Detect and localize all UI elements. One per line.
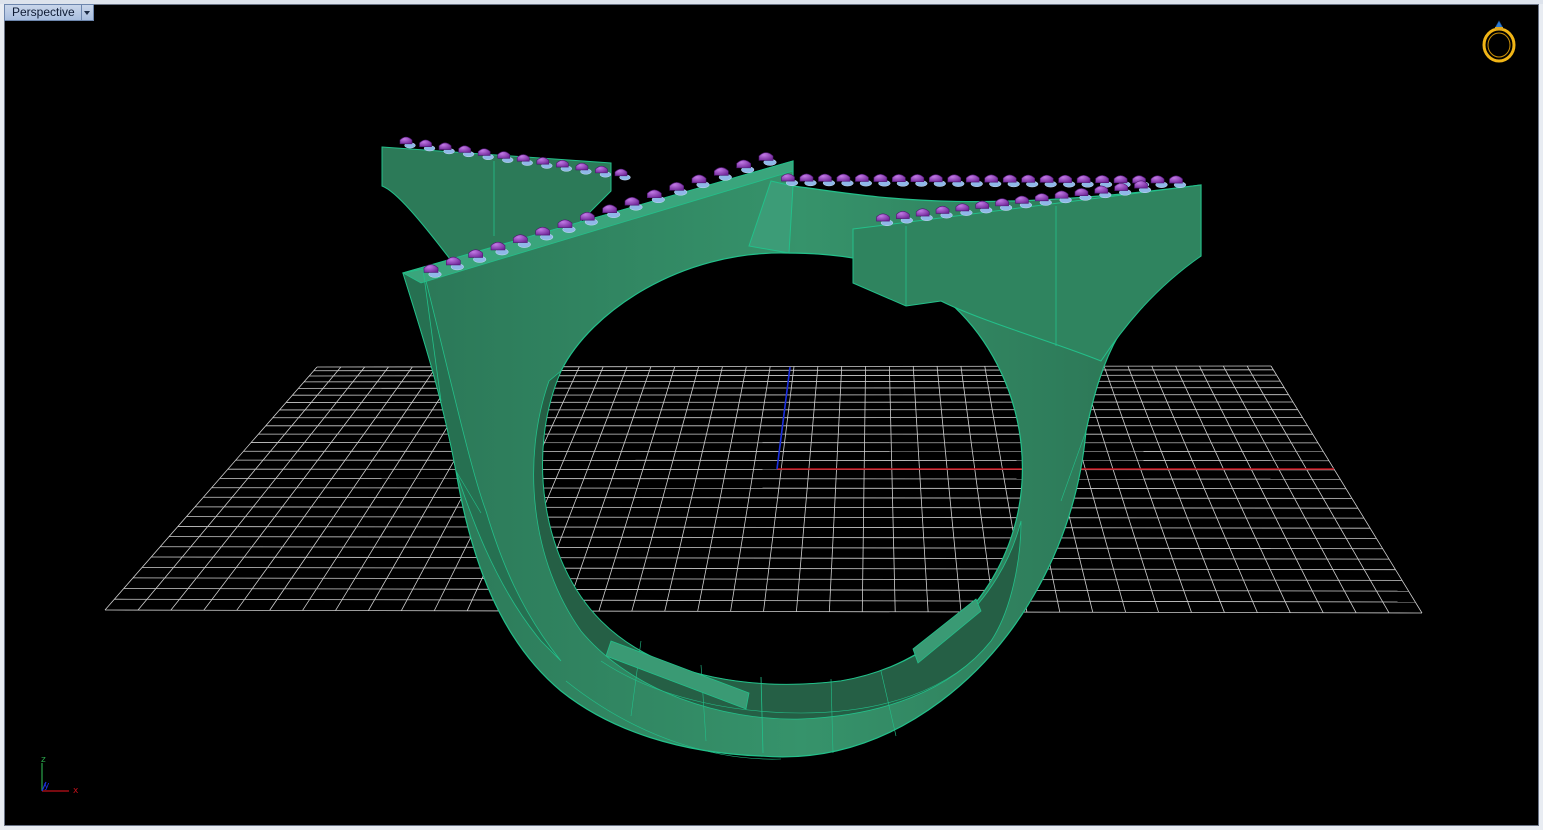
gem-prong[interactable]	[1002, 174, 1017, 183]
gem-prong[interactable]	[1054, 190, 1069, 199]
gem-prong[interactable]	[714, 167, 729, 176]
gem-prong[interactable]	[1113, 175, 1128, 184]
rhino-window: z y x Perspective	[0, 0, 1543, 830]
axis-widget: z y x	[41, 755, 79, 796]
gem-prong[interactable]	[1015, 195, 1029, 204]
perspective-viewport[interactable]: z y x	[4, 4, 1539, 826]
gem-prong[interactable]	[984, 174, 999, 183]
gem-prong[interactable]	[910, 174, 925, 183]
gem-prong[interactable]	[736, 159, 751, 169]
grid-line	[104, 366, 318, 611]
grid-line	[697, 366, 747, 612]
grid-line	[1151, 365, 1258, 613]
gem-prong[interactable]	[647, 189, 662, 199]
grid-line	[137, 366, 342, 611]
gem-prong[interactable]	[691, 174, 707, 184]
grid-line	[1246, 365, 1390, 614]
gem-prong[interactable]	[947, 174, 962, 183]
grid-line	[631, 366, 699, 612]
gem-prong[interactable]	[477, 148, 491, 156]
grid-line	[1199, 365, 1324, 613]
gem-prong[interactable]	[669, 182, 684, 191]
gem-prong[interactable]	[1150, 175, 1165, 184]
grid-line	[936, 366, 962, 612]
gem-prong[interactable]	[892, 174, 906, 182]
grid-line	[912, 366, 929, 612]
gem-prong[interactable]	[438, 142, 452, 150]
gem-prong[interactable]	[1021, 174, 1035, 183]
viewport-title-tab[interactable]: Perspective	[4, 4, 94, 21]
grid-line	[1127, 366, 1225, 613]
grid-line	[1222, 365, 1357, 614]
grid-line	[1270, 365, 1423, 614]
grid-line	[1103, 366, 1192, 613]
gem-prong[interactable]	[516, 154, 530, 162]
axis-z-label: z	[41, 755, 46, 765]
grid-line	[170, 366, 366, 611]
gem-prong[interactable]	[836, 173, 851, 182]
grid-line	[1175, 365, 1291, 613]
grid-line	[796, 366, 819, 612]
gem-prong[interactable]	[399, 136, 413, 145]
gem-prong[interactable]	[1169, 175, 1183, 184]
grid-line	[730, 366, 771, 612]
gem-prong[interactable]	[624, 197, 640, 206]
ring-model[interactable]	[381, 146, 1202, 760]
chevron-down-icon[interactable]	[80, 4, 94, 21]
gem-prong[interactable]	[965, 174, 980, 183]
grid-line	[236, 366, 413, 611]
gem-prong[interactable]	[873, 173, 888, 182]
gem-prong[interactable]	[995, 198, 1009, 207]
grid-line	[664, 366, 723, 612]
grid-line	[828, 366, 843, 612]
grid-line	[598, 366, 676, 612]
grid-line	[269, 366, 437, 611]
gem-prong[interactable]	[758, 152, 774, 161]
grid-line	[302, 366, 461, 611]
gem-prong[interactable]	[818, 173, 832, 182]
gem-prong[interactable]	[929, 174, 943, 183]
gem-prong[interactable]	[1034, 193, 1049, 202]
gem-prong[interactable]	[602, 204, 617, 213]
gem-prong[interactable]	[1039, 174, 1054, 183]
gem-prong[interactable]	[1058, 174, 1072, 183]
gem-prong[interactable]	[419, 139, 432, 147]
grid-line	[235, 459, 1329, 462]
grid-line	[861, 366, 866, 612]
grid-line	[565, 366, 652, 612]
gem-prong[interactable]	[855, 173, 869, 182]
gem-prong[interactable]	[1076, 175, 1091, 183]
gem-prong[interactable]	[1095, 175, 1109, 184]
scene-canvas[interactable]: z y x	[5, 5, 1539, 826]
viewport-label[interactable]: Perspective	[4, 4, 81, 21]
gem-prong[interactable]	[497, 151, 511, 159]
grid-line	[203, 366, 389, 611]
axis-y-label: y	[44, 781, 50, 791]
gem-prong[interactable]	[614, 168, 628, 177]
axis-x-label: x	[73, 786, 79, 796]
grid-line	[960, 366, 995, 613]
gem-prong[interactable]	[458, 145, 471, 153]
gem-prong[interactable]	[1074, 188, 1089, 197]
grid-line	[889, 366, 896, 612]
construction-grid	[104, 365, 1423, 614]
ring-icon[interactable]	[1482, 20, 1516, 63]
grid-line	[763, 366, 795, 612]
gem-prong[interactable]	[799, 173, 814, 182]
